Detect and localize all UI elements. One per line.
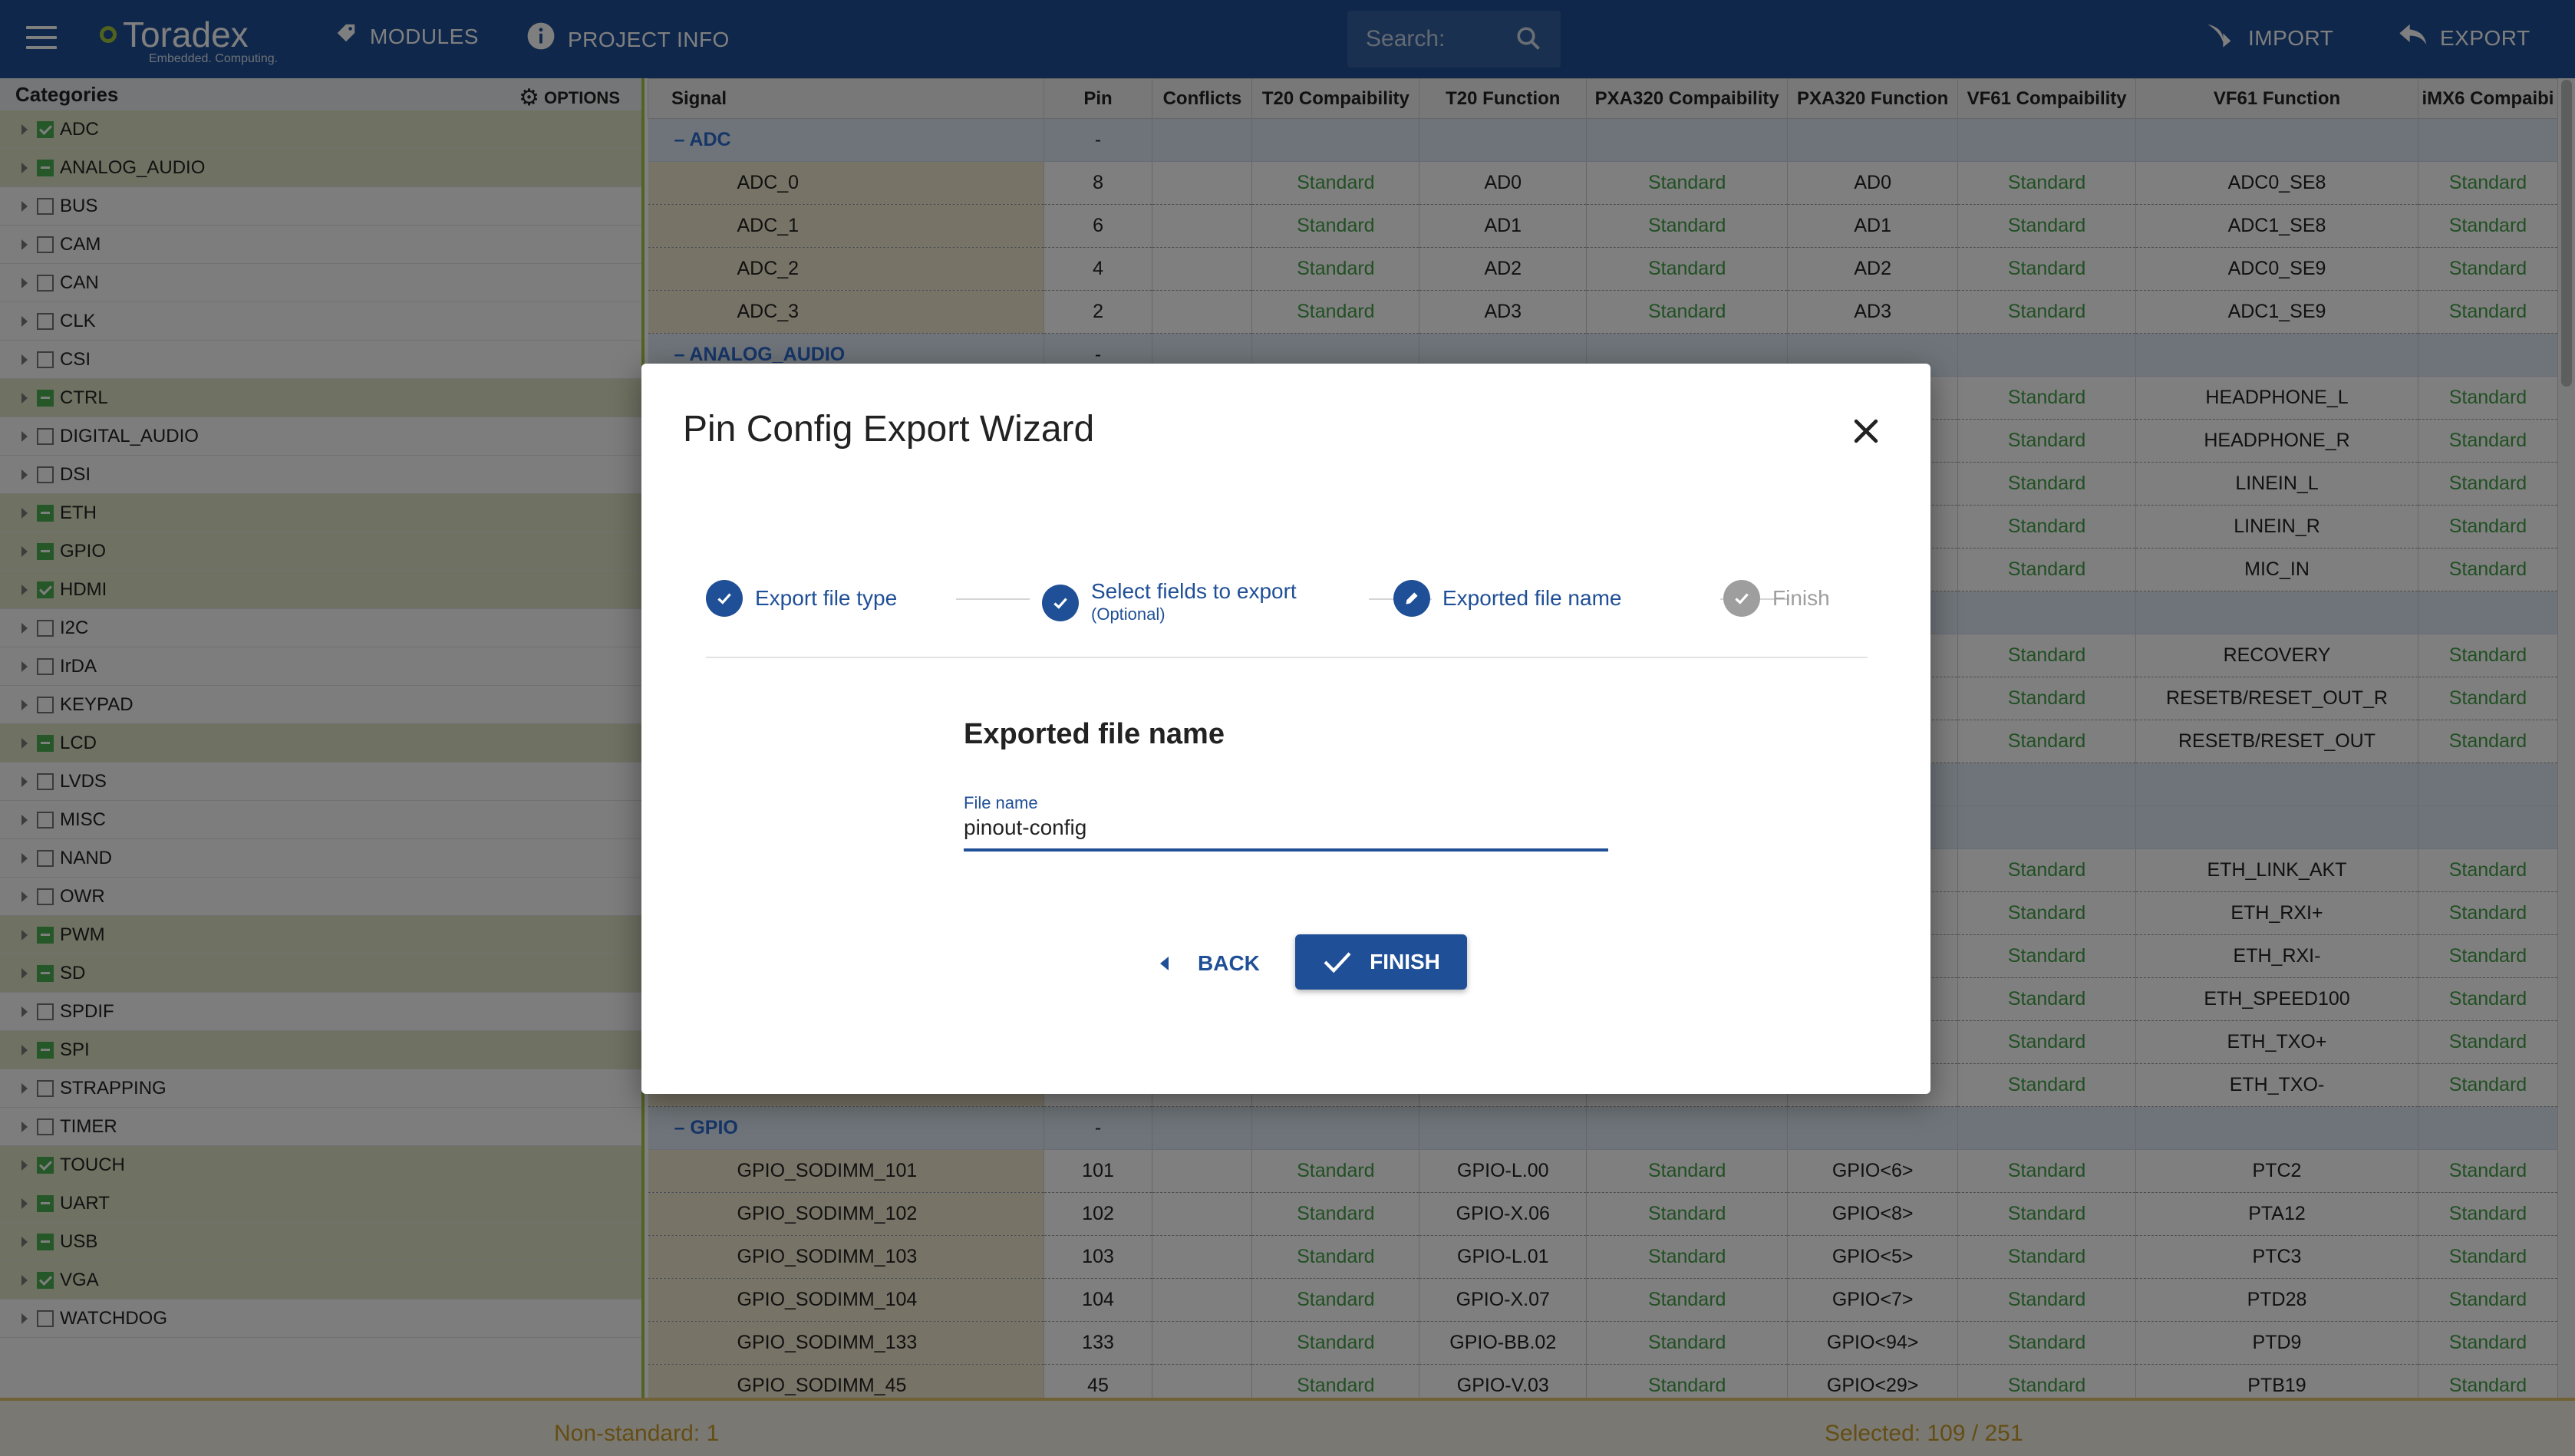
step-export-file-type[interactable]: Export file type (706, 580, 897, 617)
finish-button[interactable]: FINISH (1295, 934, 1467, 990)
export-wizard-dialog: Pin Config Export Wizard Export file typ… (641, 364, 1930, 1094)
pencil-icon (1393, 580, 1430, 617)
step-connector (956, 598, 1030, 600)
arrow-left-icon (1160, 957, 1169, 970)
section-title: Exported file name (964, 718, 1225, 750)
step-exported-file-name[interactable]: Exported file name (1393, 580, 1621, 617)
close-icon[interactable] (1849, 414, 1883, 448)
back-button[interactable]: BACK (1145, 936, 1275, 991)
wizard-stepper: Export file type Select fields to export… (706, 580, 1888, 634)
file-name-input[interactable] (964, 813, 1608, 852)
step-select-fields[interactable]: Select fields to export (Optional) (1042, 580, 1297, 626)
dialog-title: Pin Config Export Wizard (683, 409, 1095, 450)
file-name-label: File name (964, 793, 1038, 812)
step-finish: Finish (1723, 580, 1830, 617)
dialog-divider (706, 657, 1868, 658)
check-icon (706, 580, 743, 617)
check-icon (1042, 585, 1079, 621)
check-icon (1324, 952, 1351, 973)
check-icon (1723, 580, 1760, 617)
